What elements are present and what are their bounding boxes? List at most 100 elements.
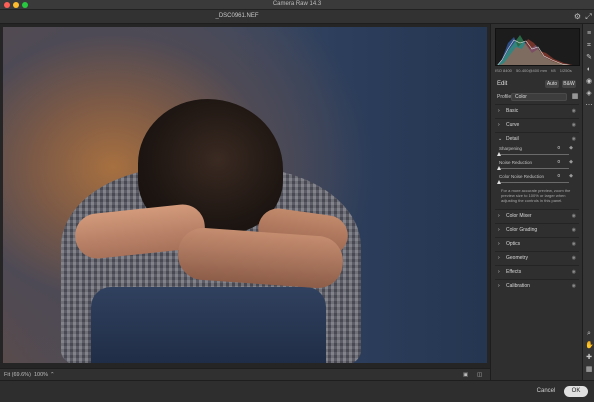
zoom-100-readout[interactable]: 100% <box>34 372 48 378</box>
compare-icon[interactable]: ▣ <box>463 372 468 378</box>
chevron-right-icon: › <box>498 227 500 233</box>
preview-image <box>3 27 487 363</box>
slider-knob[interactable] <box>497 166 501 170</box>
window-titlebar: Camera Raw 14.3 <box>0 0 594 10</box>
overlay-tool-icon[interactable]: ▦ <box>585 366 593 374</box>
auto-button[interactable]: Auto <box>545 80 559 88</box>
section-detail[interactable]: ⌄ Detail ◉ <box>495 132 579 144</box>
slider-track[interactable] <box>499 168 569 169</box>
slider-label: Color Noise Reduction <box>499 174 545 179</box>
chevron-right-icon: › <box>498 213 500 219</box>
zoom-tool-icon[interactable]: ⌕ <box>585 330 593 338</box>
photo-jeans <box>91 287 326 363</box>
edit-label: Edit <box>497 81 508 87</box>
slider-value[interactable]: 0 <box>545 145 560 151</box>
redeye-tool-icon[interactable]: ◉ <box>585 78 593 86</box>
profile-row: Profile Color ▦ <box>495 92 580 102</box>
eye-icon[interactable]: ◉ <box>572 227 576 233</box>
slider-value[interactable]: 0 <box>545 173 560 179</box>
section-geometry[interactable]: › Geometry ◉ <box>495 251 579 263</box>
section-curve[interactable]: › Curve ◉ <box>495 118 579 130</box>
section-label: Detail <box>506 136 519 142</box>
zoom-dropdown-icon[interactable]: ⌃ <box>50 372 55 378</box>
section-label: Optics <box>506 241 521 247</box>
chevron-right-icon: › <box>498 255 500 261</box>
section-basic[interactable]: › Basic ◉ <box>495 104 579 116</box>
section-calibration[interactable]: › Calibration ◉ <box>495 279 579 291</box>
section-label: Basic <box>506 108 519 114</box>
edit-header: Edit Auto B&W <box>495 78 580 90</box>
zoom-fit-readout[interactable]: Fit (69.6%) <box>4 372 31 378</box>
section-color-grading[interactable]: › Color Grading ◉ <box>495 223 579 235</box>
chevron-right-icon: › <box>498 241 500 247</box>
histogram <box>495 28 580 66</box>
before-after-icon[interactable]: ◫ <box>477 372 482 378</box>
heal-tool-icon[interactable]: ✎ <box>585 54 593 62</box>
section-color-mixer[interactable]: › Color Mixer ◉ <box>495 209 579 221</box>
section-optics[interactable]: › Optics ◉ <box>495 237 579 249</box>
eye-icon[interactable]: ◉ <box>572 283 576 289</box>
slider-knob[interactable] <box>497 152 501 156</box>
section-label: Curve <box>506 122 520 128</box>
eye-icon[interactable]: ◉ <box>572 269 576 275</box>
eye-icon[interactable]: ◉ <box>572 122 576 128</box>
chevron-right-icon: › <box>498 269 500 275</box>
section-effects[interactable]: › Effects ◉ <box>495 265 579 277</box>
cancel-button[interactable]: Cancel <box>533 386 559 397</box>
section-label: Effects <box>506 269 522 275</box>
shutter-value: 1/250s <box>559 68 572 73</box>
presets-tool-icon[interactable]: ◈ <box>585 90 593 98</box>
color-noise-reduction-slider[interactable]: Color Noise Reduction 0 ◆ <box>497 173 577 188</box>
slider-label: Sharpening <box>499 146 523 151</box>
gear-icon[interactable]: ⚙ <box>573 12 582 21</box>
slider-knob[interactable] <box>497 180 501 184</box>
chevron-down-icon: ⌄ <box>498 136 503 142</box>
histogram-graph <box>497 35 573 65</box>
section-label: Color Grading <box>506 227 538 233</box>
sharpening-slider[interactable]: Sharpening 0 ◆ <box>497 145 577 160</box>
reset-icon[interactable]: ◆ <box>569 145 573 151</box>
profile-label: Profile <box>497 94 512 100</box>
sampler-tool-icon[interactable]: ✚ <box>585 354 593 362</box>
iso-value: ISO 8400 <box>495 68 512 73</box>
preview-canvas[interactable] <box>0 24 490 368</box>
edit-tool-icon[interactable]: ≡ <box>585 30 593 38</box>
reset-icon[interactable]: ◆ <box>569 173 573 179</box>
status-bar: Fit (69.6%) 100% ⌃ ▣ ◫ <box>0 368 490 380</box>
expand-icon[interactable]: ⤢ <box>584 12 593 21</box>
file-bar: _DSC0961.NEF ⚙ ⤢ <box>0 10 594 24</box>
chevron-right-icon: › <box>498 283 500 289</box>
hand-tool-icon[interactable]: ✋ <box>585 342 594 350</box>
noise-reduction-slider[interactable]: Noise Reduction 0 ◆ <box>497 159 577 174</box>
aperture-value: f/8 <box>551 68 556 73</box>
exif-readout: ISO 8400 50-400@400 mm f/8 1/250s <box>495 68 580 73</box>
slider-track[interactable] <box>499 182 569 183</box>
slider-track[interactable] <box>499 154 569 155</box>
eye-icon[interactable]: ◉ <box>572 213 576 219</box>
eye-icon[interactable]: ◉ <box>572 136 576 142</box>
lens-value: 50-400@400 mm <box>516 68 547 73</box>
bottom-bar: Cancel OK <box>0 380 594 402</box>
bw-button[interactable]: B&W <box>562 80 576 88</box>
eye-icon[interactable]: ◉ <box>572 108 576 114</box>
ok-button[interactable]: OK <box>564 386 588 397</box>
reset-icon[interactable]: ◆ <box>569 159 573 165</box>
window-title: Camera Raw 14.3 <box>272 1 322 7</box>
section-label: Color Mixer <box>506 213 532 219</box>
mask-tool-icon[interactable]: ◐ <box>585 66 593 74</box>
detail-tip-text: For a more accurate preview, zoom the pr… <box>501 188 571 203</box>
grid-icon[interactable]: ▦ <box>571 93 579 101</box>
eye-icon[interactable]: ◉ <box>572 255 576 261</box>
edit-panel: ISO 8400 50-400@400 mm f/8 1/250s Edit A… <box>490 24 582 380</box>
tool-strip: ≡ ⌗ ✎ ◐ ◉ ◈ ⋯ ⌕ ✋ ✚ ▦ <box>582 24 594 380</box>
section-label: Geometry <box>506 255 528 261</box>
more-tool-icon[interactable]: ⋯ <box>585 102 593 110</box>
slider-value[interactable]: 0 <box>545 159 560 165</box>
eye-icon[interactable]: ◉ <box>572 241 576 247</box>
crop-tool-icon[interactable]: ⌗ <box>585 42 593 50</box>
chevron-right-icon: › <box>498 108 500 114</box>
profile-select[interactable]: Color <box>511 93 567 101</box>
slider-label: Noise Reduction <box>499 160 533 165</box>
chevron-right-icon: › <box>498 122 500 128</box>
section-label: Calibration <box>506 283 530 289</box>
